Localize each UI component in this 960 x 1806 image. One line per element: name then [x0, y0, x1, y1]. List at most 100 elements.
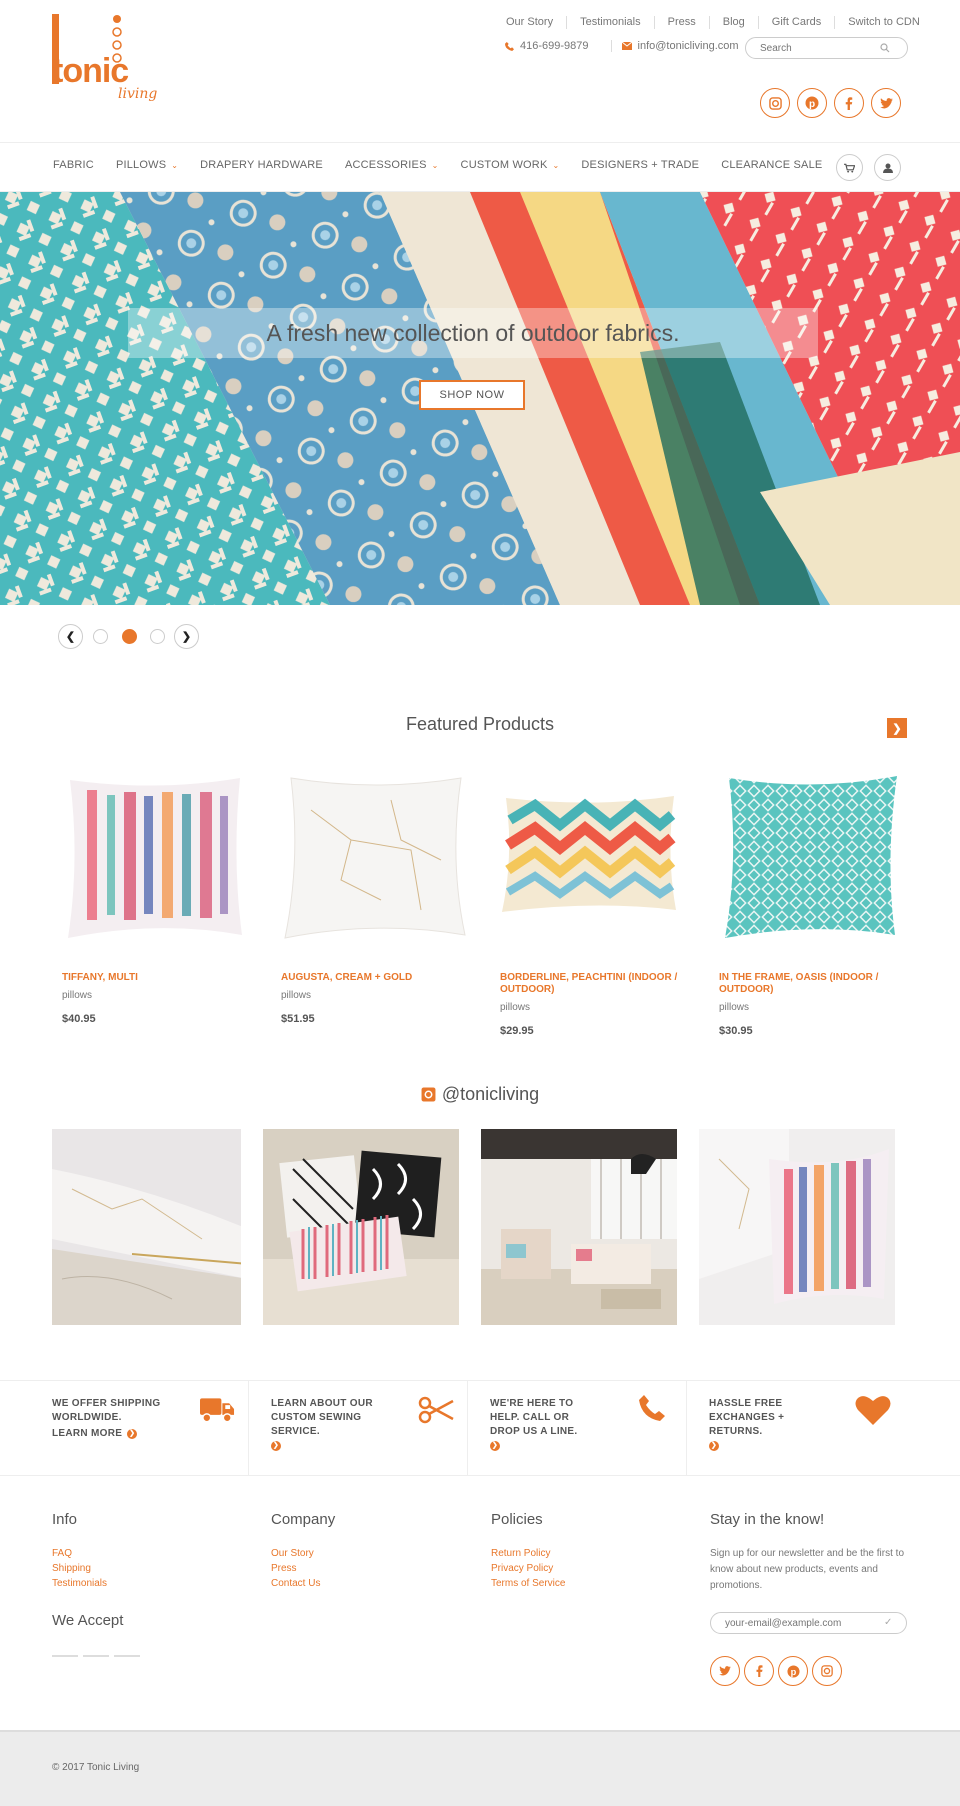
utility-nav: Our Story Testimonials Press Blog Gift C…: [492, 16, 933, 29]
phone-contact[interactable]: 416-699-9879: [505, 40, 589, 52]
footer-link-shipping[interactable]: Shipping: [52, 1561, 107, 1576]
instagram-heading[interactable]: @tonicliving: [0, 1084, 960, 1105]
instagram-photo-pillow-sofa: [263, 1129, 459, 1325]
nav-label: PILLOWS: [115, 159, 167, 171]
footer-bottom-bar: © 2017 Tonic Living: [0, 1730, 960, 1806]
email-contact[interactable]: info@tonicliving.com: [610, 40, 739, 52]
instagram-photo[interactable]: [52, 1129, 241, 1325]
nav-accessories[interactable]: ACCESSORIES ⌄: [345, 159, 439, 171]
slider-dot-3[interactable]: [150, 629, 165, 644]
newsletter-email-input[interactable]: [710, 1612, 907, 1634]
nav-label: FABRIC: [53, 159, 94, 171]
divider: [248, 1380, 249, 1476]
contact-bar: 416-699-9879 info@tonicliving.com: [505, 40, 739, 52]
nav-label: CLEARANCE SALE: [721, 159, 823, 171]
chevron-down-icon: ⌄: [431, 160, 439, 170]
nav-label: DRAPERY HARDWARE: [200, 159, 323, 171]
learn-more-link[interactable]: ❯: [709, 1441, 819, 1451]
footer-link-privacy-policy[interactable]: Privacy Policy: [491, 1561, 565, 1576]
search-icon[interactable]: [880, 43, 890, 53]
footer-company-title: Company: [271, 1511, 336, 1528]
nav-pillows[interactable]: PILLOWS ⌄: [116, 159, 178, 171]
pinterest-icon[interactable]: p: [778, 1656, 808, 1686]
heart-icon: [855, 1396, 891, 1425]
footer-link-press[interactable]: Press: [271, 1561, 320, 1576]
arrow-right-icon: ❯: [490, 1441, 500, 1451]
nav-custom-work[interactable]: CUSTOM WORK ⌄: [461, 159, 560, 171]
facebook-icon[interactable]: [834, 88, 864, 118]
email-address: info@tonicliving.com: [637, 40, 739, 52]
product-price: $51.95: [281, 1013, 315, 1025]
product-price: $29.95: [500, 1025, 534, 1037]
feature-returns[interactable]: HASSLE FREE EXCHANGES + RETURNS. ❯: [709, 1380, 899, 1476]
learn-more-link[interactable]: ❯: [271, 1441, 381, 1451]
topnav-press[interactable]: Press: [653, 16, 709, 29]
arrow-right-icon: ❯: [127, 1429, 138, 1439]
product-name[interactable]: TIFFANY, MULTI: [62, 972, 252, 984]
nav-clearance-sale[interactable]: CLEARANCE SALE: [721, 159, 822, 171]
product-category: pillows: [500, 1002, 531, 1013]
phone-icon: [639, 1395, 665, 1421]
slider-prev-button[interactable]: ❮: [58, 624, 83, 649]
shop-now-button[interactable]: SHOP NOW: [419, 380, 525, 410]
arrow-right-icon: ❯: [271, 1441, 281, 1451]
divider: [686, 1380, 687, 1476]
chevron-right-icon: ❯: [181, 631, 192, 643]
instagram-photo[interactable]: [699, 1129, 895, 1325]
feature-shipping[interactable]: WE OFFER SHIPPING WORLDWIDE. LEARN MORE ❯: [52, 1380, 242, 1476]
feature-contact[interactable]: WE'RE HERE TO HELP. CALL OR DROP US A LI…: [490, 1380, 680, 1476]
nav-designers-trade[interactable]: DESIGNERS + TRADE: [581, 159, 699, 171]
checkmark-icon[interactable]: ✓: [884, 1617, 892, 1628]
instagram-icon: [421, 1087, 436, 1102]
footer-link-our-story[interactable]: Our Story: [271, 1546, 320, 1561]
nav-drapery-hardware[interactable]: DRAPERY HARDWARE: [200, 159, 323, 171]
pinterest-icon[interactable]: p: [797, 88, 827, 118]
footer-link-return-policy[interactable]: Return Policy: [491, 1546, 565, 1561]
nav-fabric[interactable]: FABRIC: [53, 159, 94, 171]
instagram-photo[interactable]: [263, 1129, 459, 1325]
scissors-icon: [418, 1396, 454, 1424]
featured-next-button[interactable]: ❯: [887, 718, 907, 738]
product-name[interactable]: AUGUSTA, CREAM + GOLD: [281, 972, 471, 984]
footer-link-terms[interactable]: Terms of Service: [491, 1576, 565, 1591]
topnav-testimonials[interactable]: Testimonials: [566, 16, 654, 29]
slider-dot-2[interactable]: [122, 629, 137, 644]
footer-info-title: Info: [52, 1511, 78, 1528]
instagram-icon[interactable]: [812, 1656, 842, 1686]
product-card[interactable]: AUGUSTA, CREAM + GOLD pillows $51.95: [281, 770, 471, 1025]
facebook-icon[interactable]: [744, 1656, 774, 1686]
footer-link-contact-us[interactable]: Contact Us: [271, 1576, 320, 1591]
learn-more-label: LEARN MORE: [52, 1428, 123, 1439]
account-icon[interactable]: [874, 154, 901, 181]
topnav-switch-currency[interactable]: Switch to CDN: [834, 16, 933, 29]
product-card[interactable]: BORDERLINE, PEACHTINI (INDOOR / OUTDOOR)…: [500, 770, 690, 1037]
feature-text: LEARN ABOUT OUR CUSTOM SEWING SERVICE.: [271, 1398, 373, 1437]
slider-next-button[interactable]: ❯: [174, 624, 199, 649]
twitter-icon[interactable]: [710, 1656, 740, 1686]
footer-link-testimonials[interactable]: Testimonials: [52, 1576, 107, 1591]
product-image-borderline: [502, 796, 676, 912]
product-price: $40.95: [62, 1013, 96, 1025]
instagram-photo[interactable]: [481, 1129, 677, 1325]
instagram-photo-marble-pillows: [52, 1129, 241, 1325]
learn-more-link[interactable]: LEARN MORE ❯: [52, 1427, 162, 1441]
twitter-icon[interactable]: [871, 88, 901, 118]
feature-text: HASSLE FREE EXCHANGES + RETURNS.: [709, 1398, 785, 1437]
slider-dot-1[interactable]: [93, 629, 108, 644]
topnav-our-story[interactable]: Our Story: [492, 16, 566, 29]
topnav-blog[interactable]: Blog: [708, 16, 758, 29]
learn-more-link[interactable]: ❯: [490, 1441, 600, 1451]
instagram-icon[interactable]: [760, 88, 790, 118]
product-card[interactable]: IN THE FRAME, OASIS (INDOOR / OUTDOOR) p…: [719, 770, 909, 1037]
product-name[interactable]: BORDERLINE, PEACHTINI (INDOOR / OUTDOOR): [500, 972, 690, 996]
cart-icon[interactable]: [836, 154, 863, 181]
nav-label: DESIGNERS + TRADE: [581, 159, 700, 171]
topnav-gift-cards[interactable]: Gift Cards: [757, 16, 835, 29]
product-image-augusta: [284, 777, 466, 939]
svg-text:p: p: [809, 99, 815, 110]
nav-label: CUSTOM WORK: [460, 159, 548, 171]
product-card[interactable]: TIFFANY, MULTI pillows $40.95: [62, 770, 252, 1025]
feature-sewing[interactable]: LEARN ABOUT OUR CUSTOM SEWING SERVICE. ❯: [271, 1380, 461, 1476]
product-name[interactable]: IN THE FRAME, OASIS (INDOOR / OUTDOOR): [719, 972, 909, 996]
footer-link-faq[interactable]: FAQ: [52, 1546, 107, 1561]
